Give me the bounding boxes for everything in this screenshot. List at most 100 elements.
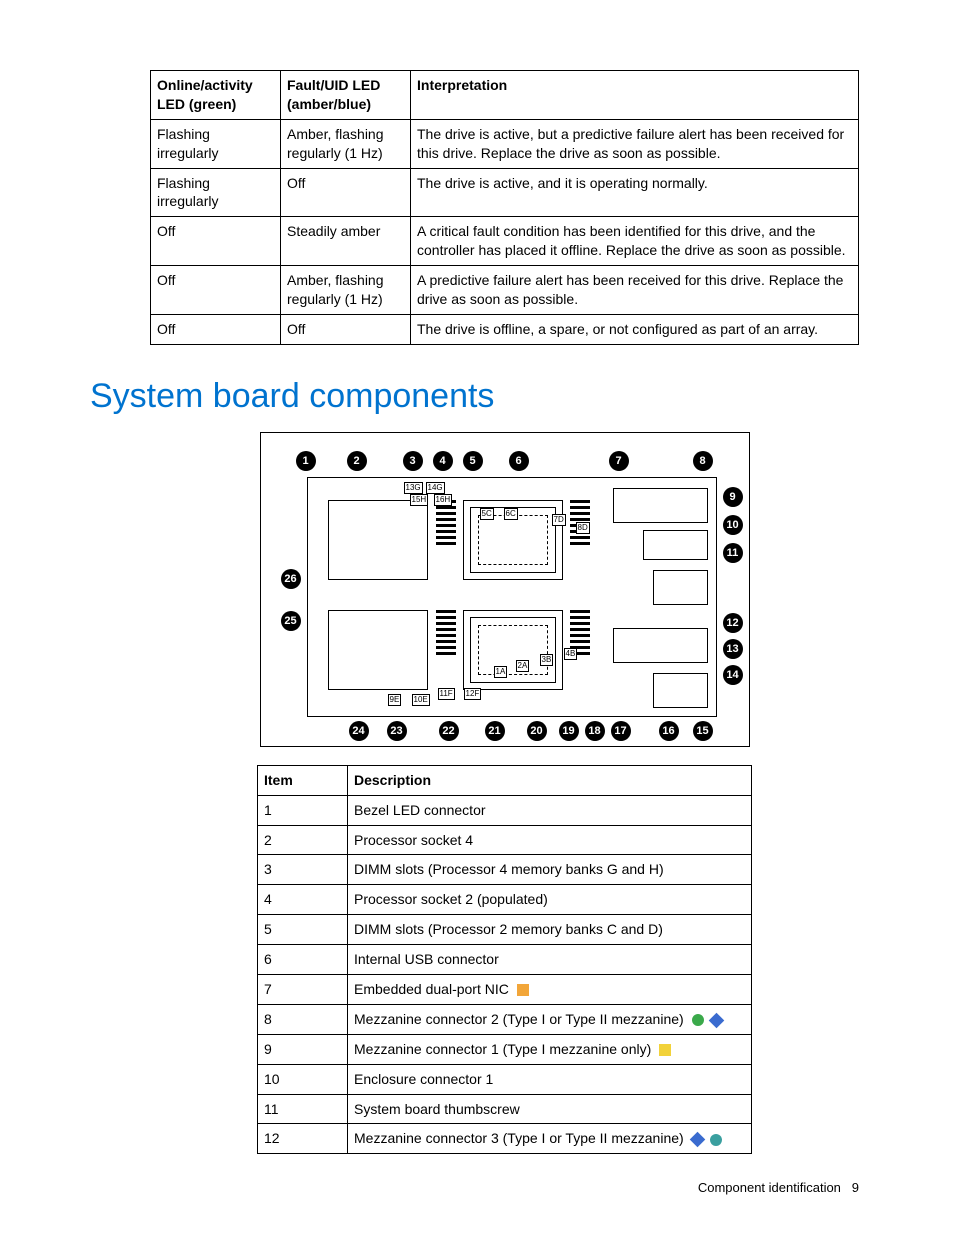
callout: 23: [387, 721, 407, 741]
label: 4B: [564, 648, 578, 660]
cell: Off: [281, 168, 411, 217]
board-outline: 13G 14G 15H 16H 5C 6C 7D 8D 1A 2A 3B 4B …: [307, 477, 717, 717]
dimm-slots-ef: [436, 610, 456, 658]
table-row: 1Bezel LED connector: [258, 795, 752, 825]
callout: 25: [281, 611, 301, 631]
table-header-row: Online/activity LED (green) Fault/UID LE…: [151, 71, 859, 120]
cell: The drive is offline, a spare, or not co…: [411, 314, 859, 344]
cell-desc: Mezzanine connector 1 (Type I mezzanine …: [348, 1034, 752, 1064]
label: 2A: [516, 660, 530, 672]
callout: 17: [611, 721, 631, 741]
table-row: Flashing irregularly Amber, flashing reg…: [151, 119, 859, 168]
component-description-table: Item Description 1Bezel LED connector 2P…: [257, 765, 752, 1155]
table-row: 5DIMM slots (Processor 2 memory banks C …: [258, 915, 752, 945]
cell-desc: Enclosure connector 1: [348, 1064, 752, 1094]
callout: 22: [439, 721, 459, 741]
callout: 16: [659, 721, 679, 741]
cell-item: 7: [258, 975, 348, 1005]
callout: 13: [723, 639, 743, 659]
section-heading: System board components: [90, 377, 859, 416]
cell-item: 10: [258, 1064, 348, 1094]
callout: 7: [609, 451, 629, 471]
callout: 2: [347, 451, 367, 471]
th-description: Description: [348, 765, 752, 795]
label: 10E: [412, 694, 430, 706]
th-item: Item: [258, 765, 348, 795]
table-row: 4Processor socket 2 (populated): [258, 885, 752, 915]
cell: The drive is active, and it is operating…: [411, 168, 859, 217]
table-row: 7Embedded dual-port NIC: [258, 975, 752, 1005]
table-row: 2Processor socket 4: [258, 825, 752, 855]
callout: 18: [585, 721, 605, 741]
diamond-icon: [689, 1132, 705, 1148]
table-row: Off Amber, flashing regularly (1 Hz) A p…: [151, 266, 859, 315]
cell: A predictive failure alert has been rece…: [411, 266, 859, 315]
cell: Flashing irregularly: [151, 119, 281, 168]
square-icon: [517, 984, 529, 996]
callout: 10: [723, 515, 743, 535]
callout: 6: [509, 451, 529, 471]
label: 13G: [404, 482, 423, 494]
cell-item: 4: [258, 885, 348, 915]
cell-desc: Embedded dual-port NIC: [348, 975, 752, 1005]
callout: 19: [559, 721, 579, 741]
cell-item: 3: [258, 855, 348, 885]
mezzanine-2: [613, 488, 708, 523]
processor-socket-4: [328, 500, 428, 580]
cell-item: 6: [258, 945, 348, 975]
callout: 8: [693, 451, 713, 471]
footer-section: Component identification: [698, 1180, 841, 1195]
cell-item: 9: [258, 1034, 348, 1064]
cell: Off: [281, 314, 411, 344]
mezzanine-3: [613, 628, 708, 663]
cell: Off: [151, 266, 281, 315]
connector-bottom: [653, 673, 708, 708]
led-interpretation-table: Online/activity LED (green) Fault/UID LE…: [150, 70, 859, 345]
cell-desc: Bezel LED connector: [348, 795, 752, 825]
dimm-slots-gh: [436, 500, 456, 548]
label: 6C: [504, 508, 518, 520]
callout: 14: [723, 665, 743, 685]
cell-desc: DIMM slots (Processor 4 memory banks G a…: [348, 855, 752, 885]
page: Online/activity LED (green) Fault/UID LE…: [0, 0, 954, 1235]
cell-desc: Mezzanine connector 2 (Type I or Type II…: [348, 1004, 752, 1034]
callout: 21: [485, 721, 505, 741]
th-online-activity: Online/activity LED (green): [151, 71, 281, 120]
table-row: 9Mezzanine connector 1 (Type I mezzanine…: [258, 1034, 752, 1064]
cell: The drive is active, but a predictive fa…: [411, 119, 859, 168]
mezzanine-1: [643, 530, 708, 560]
table-row: Off Steadily amber A critical fault cond…: [151, 217, 859, 266]
cell-item: 5: [258, 915, 348, 945]
cell: Off: [151, 314, 281, 344]
label: 14G: [426, 482, 445, 494]
cell-desc: Processor socket 4: [348, 825, 752, 855]
callout: 15: [693, 721, 713, 741]
label: 8D: [576, 522, 590, 534]
circle-icon: [710, 1134, 722, 1146]
cell: Flashing irregularly: [151, 168, 281, 217]
label: 12F: [464, 688, 482, 700]
th-fault-uid: Fault/UID LED (amber/blue): [281, 71, 411, 120]
cell-desc: Internal USB connector: [348, 945, 752, 975]
table-row: Flashing irregularly Off The drive is ac…: [151, 168, 859, 217]
callout: 24: [349, 721, 369, 741]
table-row: Off Off The drive is offline, a spare, o…: [151, 314, 859, 344]
label: 16H: [434, 494, 453, 506]
cell: Off: [151, 217, 281, 266]
label: 9E: [388, 694, 402, 706]
cell-item: 2: [258, 825, 348, 855]
table-row: 6Internal USB connector: [258, 945, 752, 975]
cell: Amber, flashing regularly (1 Hz): [281, 266, 411, 315]
callout: 20: [527, 721, 547, 741]
callout: 9: [723, 487, 743, 507]
callout: 1: [296, 451, 316, 471]
table-row: 10Enclosure connector 1: [258, 1064, 752, 1094]
callout: 11: [723, 543, 743, 563]
circle-icon: [692, 1014, 704, 1026]
cell-item: 11: [258, 1094, 348, 1124]
callout: 4: [433, 451, 453, 471]
cell: Amber, flashing regularly (1 Hz): [281, 119, 411, 168]
cell-desc: System board thumbscrew: [348, 1094, 752, 1124]
table-row: 12Mezzanine connector 3 (Type I or Type …: [258, 1124, 752, 1154]
enclosure-connector: [653, 570, 708, 605]
